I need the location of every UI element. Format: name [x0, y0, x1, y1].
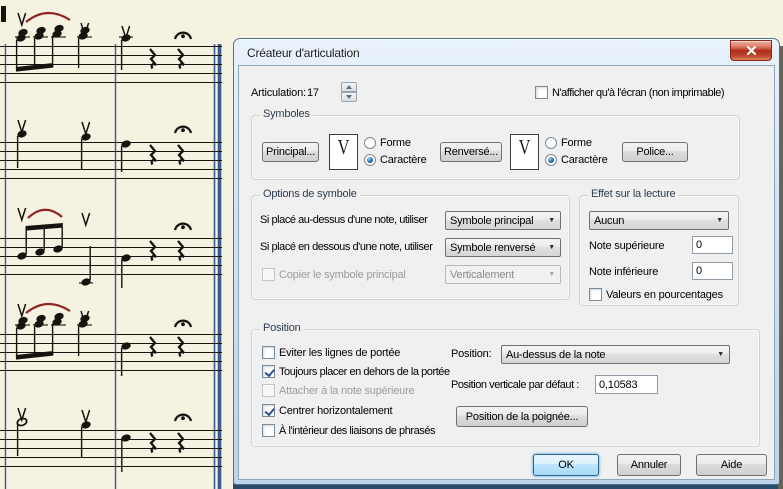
- articulation-label: Articulation:: [251, 87, 306, 99]
- chevron-down-icon: ▼: [548, 244, 555, 251]
- cancel-button[interactable]: Annuler: [617, 454, 681, 476]
- arrow-down-icon: [346, 95, 352, 99]
- outside-staff-label: Toujours placer en dehors de la portée: [279, 365, 450, 378]
- position-value: Au-dessus de la note: [506, 348, 606, 361]
- top-note-input[interactable]: [692, 236, 733, 254]
- reverse-forme-label: Forme: [561, 137, 592, 149]
- screen: Créateur d'articulation Articulation: 17…: [0, 0, 783, 489]
- below-note-label: Si placé en dessous d'une note, utiliser: [260, 241, 433, 253]
- copy-mode-select: Verticalement ▼: [445, 265, 561, 284]
- arrow-up-icon: [346, 85, 352, 89]
- help-button[interactable]: Aide: [696, 454, 767, 476]
- reverse-caractere-label: Caractère: [561, 154, 608, 166]
- reverse-symbol-preview[interactable]: V: [510, 134, 539, 170]
- avoid-staff-lines-label: Eviter les lignes de portée: [279, 346, 401, 359]
- handle-position-button[interactable]: Position de la poignée...: [456, 406, 588, 427]
- above-note-label: Si placé au-dessus d'une note, utiliser: [260, 214, 428, 226]
- chevron-down-icon: ▼: [548, 271, 555, 278]
- playback-effect-value: Aucun: [594, 214, 625, 227]
- position-group-label: Position: [260, 322, 304, 334]
- playback-effect-select[interactable]: Aucun ▼: [589, 211, 729, 230]
- attach-top-note-checkbox: [262, 384, 275, 397]
- percent-values-checkbox[interactable]: [589, 288, 602, 301]
- main-forme-radio[interactable]: [364, 137, 376, 149]
- dialog-client-area: Articulation: 17 N'afficher qu'à l'écran…: [238, 65, 775, 480]
- position-group: Position Eviter les lignes de portée Tou…: [251, 322, 760, 447]
- center-horizontal-label: Centrer horizontalement: [279, 404, 393, 417]
- principal-button[interactable]: Principal...: [262, 142, 319, 162]
- percent-values-label: Valeurs en pourcentages: [606, 288, 723, 301]
- articulation-value: 17: [307, 87, 319, 99]
- renverse-button[interactable]: Renversé...: [440, 142, 502, 162]
- main-symbol-preview[interactable]: V: [329, 134, 358, 170]
- chevron-down-icon: ▼: [548, 217, 555, 224]
- articulation-designer-dialog: Créateur d'articulation Articulation: 17…: [233, 38, 780, 485]
- clipped-glyph: [1, 6, 6, 22]
- screen-only-label: N'afficher qu'à l'écran (non imprimable): [552, 86, 725, 99]
- main-symbol-glyph: V: [337, 135, 350, 159]
- center-horizontal-checkbox[interactable]: [262, 404, 275, 417]
- reverse-forme-radio[interactable]: [545, 137, 557, 149]
- outside-staff-checkbox[interactable]: [262, 365, 275, 378]
- chevron-down-icon: ▼: [717, 351, 724, 358]
- chevron-down-icon: ▼: [716, 217, 723, 224]
- symbols-group-label: Symboles: [260, 108, 313, 120]
- copy-main-symbol-label: Copier le symbole principal: [279, 268, 406, 281]
- stepper-down-button[interactable]: [341, 92, 357, 102]
- avoid-staff-lines-checkbox[interactable]: [262, 346, 275, 359]
- close-icon: [746, 46, 756, 55]
- bottom-note-input[interactable]: [692, 262, 733, 280]
- inside-slurs-label: À l'intérieur des liaisons de phrasés: [279, 424, 436, 437]
- dialog-titlebar[interactable]: Créateur d'articulation: [234, 39, 779, 65]
- bottom-note-label: Note inférieure: [589, 266, 659, 278]
- police-button[interactable]: Police...: [622, 142, 688, 162]
- below-note-symbol-value: Symbole renversé: [450, 241, 536, 254]
- default-vertical-label: Position verticale par défaut :: [451, 379, 579, 391]
- main-caractere-label: Caractère: [380, 154, 427, 166]
- dialog-title: Créateur d'articulation: [247, 46, 360, 60]
- symbol-options-group-label: Options de symbole: [260, 188, 360, 200]
- inside-slurs-checkbox[interactable]: [262, 424, 275, 437]
- playback-effect-group: Effet sur la lecture Aucun ▼ Note supéri…: [579, 188, 739, 306]
- playback-effect-group-label: Effet sur la lecture: [588, 188, 679, 200]
- position-select[interactable]: Au-dessus de la note ▼: [501, 345, 730, 364]
- copy-main-symbol-checkbox: [262, 268, 275, 281]
- attach-top-note-label: Attacher à la note supérieure: [279, 384, 415, 397]
- top-note-label: Note supérieure: [589, 240, 665, 252]
- reverse-symbol-glyph: V: [518, 135, 531, 159]
- close-button[interactable]: [730, 40, 772, 61]
- symbol-options-group: Options de symbole Si placé au-dessus d'…: [251, 188, 570, 300]
- default-vertical-input[interactable]: [595, 375, 658, 394]
- stepper-up-button[interactable]: [341, 82, 357, 92]
- above-note-symbol-select[interactable]: Symbole principal ▼: [445, 211, 561, 230]
- articulation-stepper: [341, 82, 357, 102]
- position-label: Position:: [451, 348, 492, 360]
- copy-mode-value: Verticalement: [450, 268, 515, 281]
- ok-button[interactable]: OK: [533, 454, 599, 476]
- above-note-symbol-value: Symbole principal: [450, 214, 534, 227]
- below-note-symbol-select[interactable]: Symbole renversé ▼: [445, 238, 561, 257]
- main-caractere-radio[interactable]: [364, 154, 376, 166]
- screen-only-checkbox[interactable]: [535, 86, 548, 99]
- main-forme-label: Forme: [380, 137, 411, 149]
- reverse-caractere-radio[interactable]: [545, 154, 557, 166]
- symbols-group: Symboles Principal... V Forme Caractère …: [251, 108, 740, 180]
